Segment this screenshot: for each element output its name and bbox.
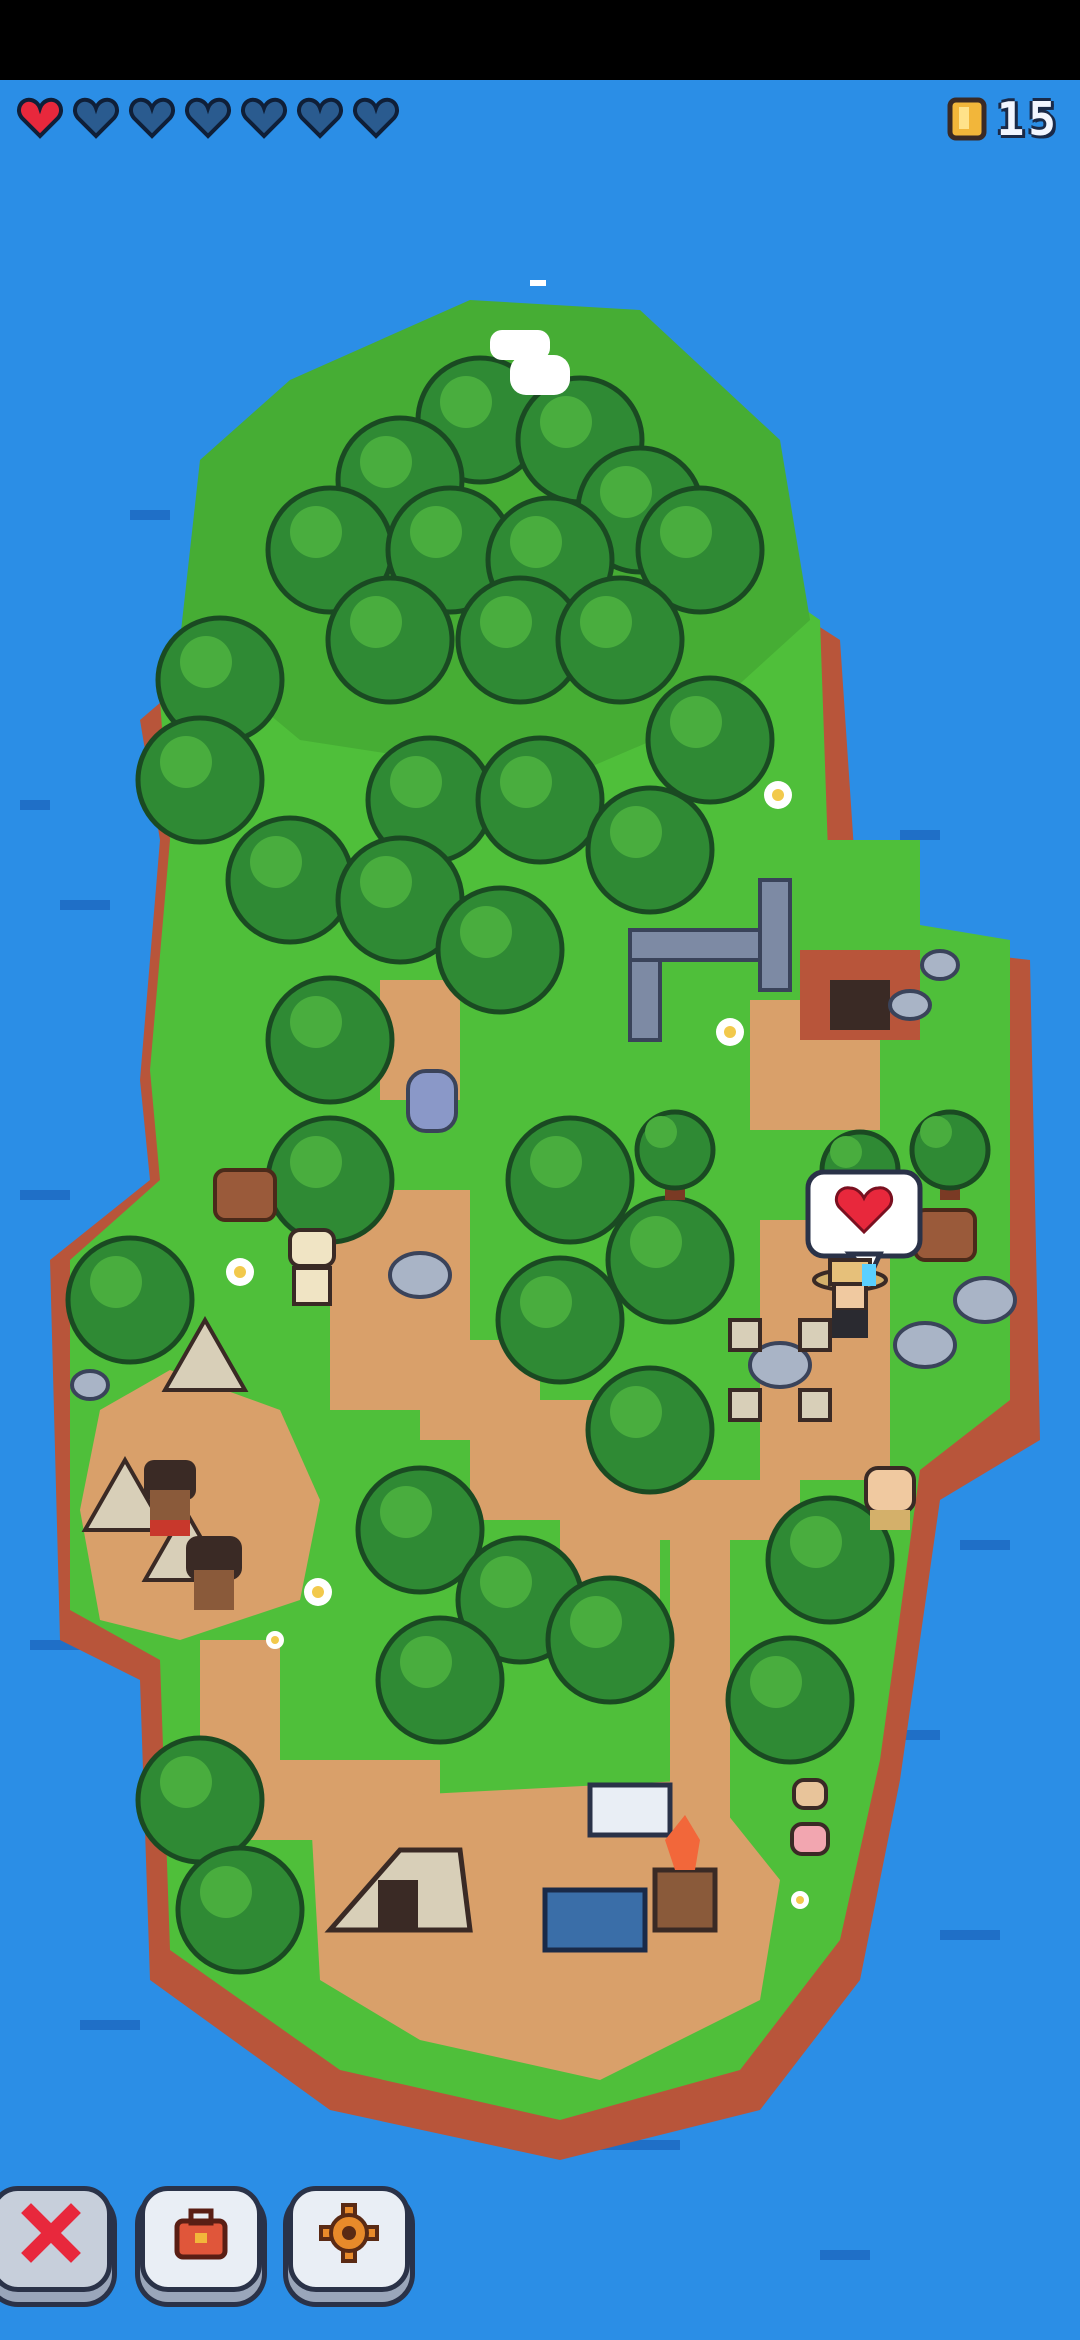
tree (545, 1575, 675, 1705)
tribe-npc-1 (144, 1460, 196, 1536)
heart-empty-icon (353, 97, 399, 139)
close-icon (21, 2203, 81, 2263)
tree (325, 575, 455, 705)
tree (135, 1735, 265, 1865)
tree (135, 715, 265, 845)
island-map[interactable] (0, 80, 1080, 2340)
tree (555, 575, 685, 705)
ghost-npc (406, 1069, 458, 1133)
settings-button[interactable] (288, 2186, 410, 2292)
skeleton-npc (288, 1228, 336, 1306)
tree (585, 785, 715, 915)
heart-empty-icon (73, 97, 119, 139)
game-screen: 15 (0, 0, 1080, 2340)
heart-full-icon (17, 97, 63, 139)
tree (505, 1115, 635, 1245)
tree (175, 1845, 305, 1975)
tree (265, 1115, 395, 1245)
heart-empty-icon (185, 97, 231, 139)
backpack-icon (174, 2208, 228, 2260)
coin-icon (947, 97, 987, 141)
tree (725, 1635, 855, 1765)
inventory-button[interactable] (140, 2186, 262, 2292)
coin-counter: 15 (947, 96, 1060, 142)
tree (435, 885, 565, 1015)
gear-icon (319, 2203, 379, 2263)
tree (475, 735, 605, 865)
heart-empty-icon (241, 97, 287, 139)
tribe-npc-2 (186, 1536, 242, 1610)
heart-empty-icon (129, 97, 175, 139)
tree (225, 815, 355, 945)
health-bar (16, 96, 400, 140)
elder-npc (864, 1466, 916, 1530)
heart-empty-icon (297, 97, 343, 139)
status-bar (0, 0, 1080, 80)
tree (65, 1235, 195, 1365)
tree (605, 1195, 735, 1325)
close-button[interactable] (0, 2186, 112, 2292)
tree (645, 675, 775, 805)
tree (585, 1365, 715, 1495)
tree (375, 1615, 505, 1745)
tree (265, 975, 395, 1105)
coin-count: 15 (996, 92, 1060, 146)
tree (495, 1255, 625, 1385)
